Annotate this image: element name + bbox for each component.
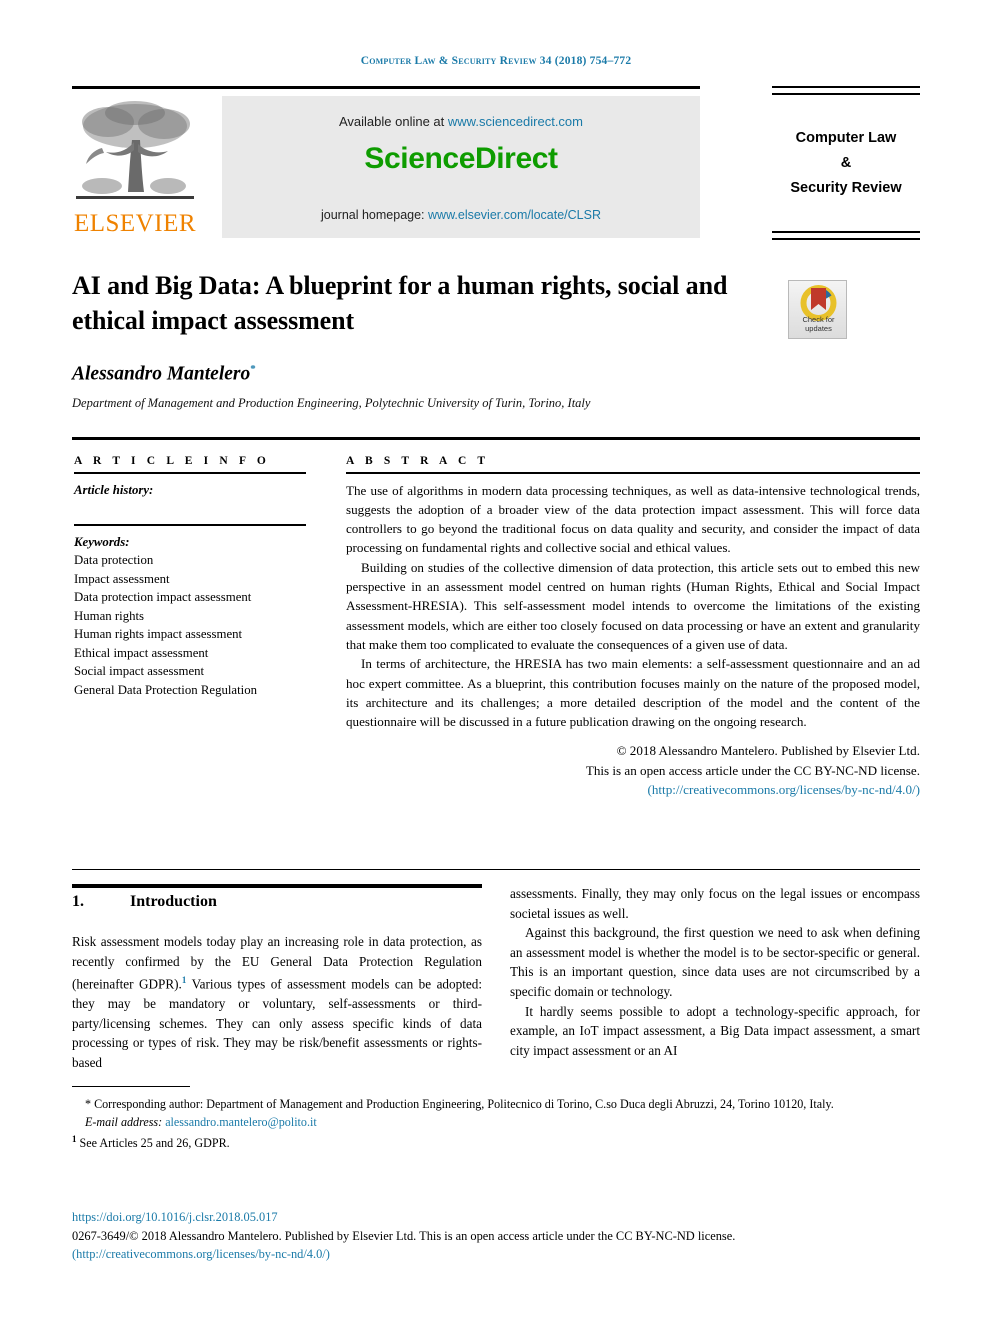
journal-title-block: Computer Law & Security Review [772,86,920,240]
license-link[interactable]: (http://creativecommons.org/licenses/by-… [648,782,920,797]
abstract-bottom-rule [72,869,920,870]
abstract-top-rule [72,437,920,440]
title-block: AI and Big Data: A blueprint for a human… [72,268,772,338]
keyword-item: Data protection impact assessment [74,590,252,605]
footnote-rule [72,1086,190,1088]
keyword-item: Ethical impact assessment [74,645,209,660]
journal-title-line-1: Computer Law [795,130,897,146]
section-number: 1. [72,893,84,910]
footnotes-block: * Corresponding author: Department of Ma… [72,1096,920,1153]
author-correspondence-marker: * [250,363,256,375]
keyword-item: Impact assessment [74,571,170,586]
footnote-1: 1 See Articles 25 and 26, GDPR. [72,1131,920,1153]
journal-title-ampersand: & [840,155,852,171]
journal-masthead: ELSEVIER Available online at www.science… [72,86,920,240]
copyright-line-1: © 2018 Alessandro Mantelero. Published b… [616,743,920,759]
section-rule [72,884,482,888]
author-name: Alessandro Mantelero* [72,363,256,386]
journal-title-top-rule [772,86,920,95]
page-title: AI and Big Data: A blueprint for a human… [72,271,728,335]
elsevier-logo: ELSEVIER [72,96,198,238]
body-paragraph: Against this background, the first quest… [510,925,920,999]
footer-license-link[interactable]: (http://creativecommons.org/licenses/by-… [72,1247,330,1261]
email-label: E-mail address: [85,1114,163,1129]
footnote-1-text: See Articles 25 and 26, GDPR. [76,1136,230,1151]
sciencedirect-banner: Available online at www.sciencedirect.co… [222,96,700,238]
keywords-list: Data protection Impact assessment Data p… [74,551,306,699]
body-paragraph: It hardly seems possible to adopt a tech… [510,1003,920,1058]
crossmark-label-line2: updates [805,324,832,333]
journal-homepage-line: journal homepage: www.elsevier.com/locat… [222,208,700,222]
sciencedirect-link[interactable]: www.sciencedirect.com [448,114,583,129]
journal-homepage-prefix: journal homepage: [320,208,429,222]
article-history-values [74,499,306,524]
copyright-line-2: This is an open access article under the… [585,762,920,778]
abstract-copyright: © 2018 Alessandro Mantelero. Published b… [346,741,920,799]
abstract-heading: A B S T R A C T [346,455,490,467]
keyword-item: Human rights [74,608,145,623]
email-link[interactable]: alessandro.mantelero@polito.it [165,1115,317,1129]
journal-title-lines: Computer Law & Security Review [772,126,920,201]
available-online-prefix: Available online at [338,114,448,129]
abstract-column: The use of algorithms in modern data pro… [346,472,920,799]
journal-homepage-link[interactable]: www.elsevier.com/locate/CLSR [428,208,601,222]
body-column-right: assessments. Finally, they may only focu… [510,884,920,1060]
article-info-rule-1 [74,472,306,474]
abstract-paragraph-1: The use of algorithms in modern data pro… [346,482,920,556]
section-title: Introduction [130,893,217,910]
keyword-item: Social impact assessment [74,664,205,679]
issn-copyright: 0267-3649/© 2018 Alessandro Mantelero. P… [72,1228,736,1243]
body-paragraph: assessments. Finally, they may only focu… [510,886,920,921]
article-page: Computer Law & Security Review 34 (2018)… [0,0,992,1323]
body-paragraph: Risk assessment models today play an inc… [72,932,482,1073]
email-note: E-mail address: alessandro.mantelero@pol… [72,1114,920,1132]
journal-title-bottom-rule [772,231,920,240]
author-name-text: Alessandro Mantelero [72,363,251,385]
body-column-left: Risk assessment models today play an inc… [72,932,482,1073]
section-heading: 1. Introduction [72,893,217,911]
keyword-item: General Data Protection Regulation [74,682,258,697]
publisher-footer: https://doi.org/10.1016/j.clsr.2018.05.0… [72,1208,920,1264]
corresponding-author-note: * Corresponding author: Department of Ma… [85,1097,834,1111]
article-info-rule-2 [74,524,306,526]
article-info-heading: A R T I C L E I N F O [74,455,270,467]
elsevier-tree-icon [76,101,194,199]
crossmark-label: Check for updates [789,315,848,333]
keyword-item: Data protection [74,553,154,568]
running-head: Computer Law & Security Review 34 (2018)… [360,55,632,67]
journal-title-line-3: Security Review [790,180,902,196]
abstract-paragraph-3: In terms of architecture, the HRESIA has… [346,656,920,730]
doi-link[interactable]: https://doi.org/10.1016/j.clsr.2018.05.0… [72,1210,278,1224]
crossmark-label-line1: Check for [802,315,835,324]
abstract-rule [346,472,920,474]
abstract-paragraph-2: Building on studies of the collective di… [346,559,920,652]
keywords-label: Keywords: [74,534,130,549]
article-info-column: Article history: Keywords: Data protecti… [74,472,306,699]
available-online-line: Available online at www.sciencedirect.co… [222,114,700,129]
article-history-label: Article history: [74,482,154,497]
sciencedirect-logo: ScienceDirect [364,142,558,175]
elsevier-wordmark: ELSEVIER [73,210,197,237]
author-affiliation: Department of Management and Production … [72,396,591,410]
crossmark-badge[interactable]: Check for updates [788,280,847,339]
masthead-top-rule [72,86,700,89]
keyword-item: Human rights impact assessment [74,627,243,642]
